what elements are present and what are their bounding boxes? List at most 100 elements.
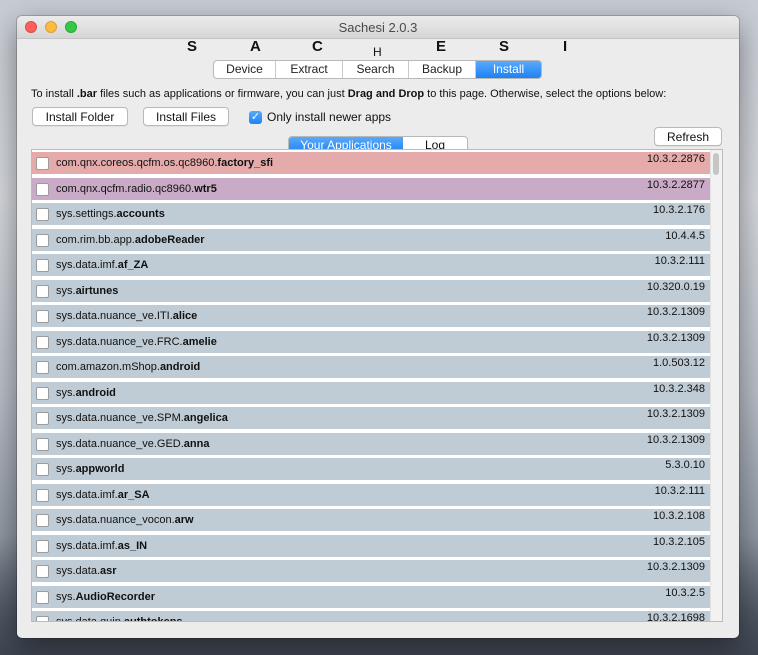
app-version: 10.3.2.1309 — [646, 332, 705, 344]
only-newer-label: Only install newer apps — [267, 110, 392, 124]
app-name-prefix: sys.data. — [56, 565, 101, 577]
tab-extract[interactable]: Extract — [276, 61, 343, 78]
app-name-prefix: sys.data.imf. — [56, 540, 118, 552]
app-checkbox[interactable] — [36, 258, 49, 272]
logo-letter: S — [499, 38, 510, 55]
app-row[interactable]: sys.data.nuance_ve.SPM.angelica 10.3.2.13… — [32, 407, 711, 429]
app-name-suffix: alice — [172, 310, 198, 322]
app-row[interactable]: com.qnx.coreos.qcfm.os.qc8960.factory_sf… — [32, 152, 711, 174]
app-checkbox[interactable] — [36, 615, 49, 621]
tab-search[interactable]: Search — [343, 61, 409, 78]
only-newer-option[interactable]: ✓ Only install newer apps — [249, 110, 391, 124]
app-name: sys.appworld — [56, 463, 124, 475]
app-row[interactable]: sys.data.imf.ar_SA 10.3.2.111 — [32, 484, 711, 506]
app-checkbox[interactable] — [36, 207, 49, 221]
app-checkbox[interactable] — [36, 309, 49, 323]
instructions-bold: Drag and Drop — [347, 88, 425, 100]
app-name: sys.AudioRecorder — [56, 591, 155, 603]
app-row[interactable]: sys.data.nuance_vocon.arw 10.3.2.108 — [32, 509, 711, 531]
app-checkbox[interactable] — [36, 437, 49, 451]
app-checkbox[interactable] — [36, 488, 49, 502]
app-version: 10.3.2.1309 — [646, 408, 705, 420]
app-version: 10.3.2.1309 — [646, 306, 705, 318]
applications-list: com.qnx.coreos.qcfm.os.qc8960.factory_sf… — [31, 149, 723, 622]
app-name-prefix: sys. — [56, 387, 76, 399]
app-version: 10.3.2.176 — [653, 204, 705, 216]
app-name-suffix: asr — [100, 565, 117, 577]
app-row[interactable]: sys.data.nuance_ve.ITI.alice 10.3.2.1309 — [32, 305, 711, 327]
vertical-scrollbar[interactable] — [710, 150, 722, 621]
app-name-prefix: sys. — [56, 463, 76, 475]
app-version: 10.3.2.1309 — [646, 434, 705, 446]
app-checkbox[interactable] — [36, 386, 49, 400]
app-row[interactable]: sys.data.imf.af_ZA 10.3.2.111 — [32, 254, 711, 276]
app-name: com.rim.bb.app.adobeReader — [56, 234, 205, 246]
tab-backup[interactable]: Backup — [409, 61, 476, 78]
app-row[interactable]: sys.data.asr 10.3.2.1309 — [32, 560, 711, 582]
app-name-prefix: sys.data.nuance_ve.GED. — [56, 438, 184, 450]
checkmark-icon[interactable]: ✓ — [249, 110, 262, 124]
instructions-text: to this page. Otherwise, select the opti… — [424, 88, 667, 100]
app-row[interactable]: com.qnx.qcfm.radio.qc8960.wtr5 10.3.2.287… — [32, 178, 711, 200]
app-name-prefix: sys.data.imf. — [56, 259, 118, 271]
app-row[interactable]: sys.AudioRecorder 10.3.2.5 — [32, 586, 711, 608]
tab-device[interactable]: Device — [214, 61, 276, 78]
app-name-suffix: accounts — [116, 208, 165, 220]
instructions-bold: .bar — [76, 88, 98, 100]
app-checkbox[interactable] — [36, 182, 49, 196]
app-version: 10.320.0.19 — [646, 281, 705, 293]
app-version: 10.4.4.5 — [665, 230, 705, 242]
app-name-suffix: appworld — [75, 463, 125, 475]
app-name-prefix: sys.data.nuance_ve.FRC. — [56, 336, 183, 348]
app-name-suffix: android — [159, 361, 201, 373]
scroll-thumb[interactable] — [713, 153, 719, 175]
app-name-prefix: com.qnx.coreos.qcfm.os.qc8960. — [56, 157, 218, 169]
app-name: sys.data.asr — [56, 565, 117, 577]
app-name-prefix: sys.settings. — [56, 208, 117, 220]
app-row[interactable]: sys.data.nuance_ve.FRC.amelie 10.3.2.1309 — [32, 331, 711, 353]
app-row[interactable]: sys.data.nuance_ve.GED.anna 10.3.2.1309 — [32, 433, 711, 455]
instructions-text: To install — [31, 88, 77, 100]
app-row[interactable]: sys.android 10.3.2.348 — [32, 382, 711, 404]
logo-letter: I — [563, 38, 568, 55]
app-checkbox[interactable] — [36, 284, 49, 298]
app-checkbox[interactable] — [36, 233, 49, 247]
app-version: 10.3.2.108 — [653, 510, 705, 522]
app-name: com.amazon.mShop.android — [56, 361, 200, 373]
app-name-suffix: af_ZA — [117, 259, 149, 271]
app-checkbox[interactable] — [36, 156, 49, 170]
app-checkbox[interactable] — [36, 590, 49, 604]
main-tab-bar: Device Extract Search Backup Install — [213, 60, 542, 79]
app-version: 10.3.2.105 — [653, 536, 705, 548]
install-files-button[interactable]: Install Files — [143, 107, 229, 126]
app-row[interactable]: sys.settings.accounts 10.3.2.176 — [32, 203, 711, 225]
app-window: Sachesi 2.0.3 S A C H E S I Device Extra… — [17, 16, 739, 638]
app-name-suffix: AudioRecorder — [75, 591, 156, 603]
tab-install[interactable]: Install — [476, 61, 541, 78]
app-name-suffix: android — [75, 387, 116, 399]
app-row[interactable]: com.amazon.mShop.android 1.0.503.12 — [32, 356, 711, 378]
title-bar: Sachesi 2.0.3 — [17, 16, 739, 39]
app-checkbox[interactable] — [36, 360, 49, 374]
app-checkbox[interactable] — [36, 539, 49, 553]
app-version: 10.3.2.2877 — [646, 179, 705, 191]
logo-letter: E — [436, 38, 447, 55]
app-checkbox[interactable] — [36, 564, 49, 578]
app-version: 10.3.2.2876 — [646, 153, 705, 165]
refresh-button[interactable]: Refresh — [654, 127, 722, 146]
install-folder-button[interactable]: Install Folder — [32, 107, 128, 126]
app-row[interactable]: sys.appworld 5.3.0.10 — [32, 458, 711, 480]
app-checkbox[interactable] — [36, 335, 49, 349]
app-checkbox[interactable] — [36, 513, 49, 527]
app-version: 10.3.2.111 — [654, 255, 705, 267]
app-name: com.qnx.coreos.qcfm.os.qc8960.factory_sf… — [56, 157, 273, 169]
app-row[interactable]: sys.data.imf.as_IN 10.3.2.105 — [32, 535, 711, 557]
app-row[interactable]: sys.airtunes 10.320.0.19 — [32, 280, 711, 302]
app-row[interactable]: com.rim.bb.app.adobeReader 10.4.4.5 — [32, 229, 711, 251]
app-row[interactable]: sys.data.quip.authtokens 10.3.2.1698 — [32, 611, 711, 621]
window-title: Sachesi 2.0.3 — [338, 20, 418, 35]
app-name-prefix: com.rim.bb.app. — [56, 234, 135, 246]
app-checkbox[interactable] — [36, 462, 49, 476]
app-name-suffix: airtunes — [75, 285, 119, 297]
app-checkbox[interactable] — [36, 411, 49, 425]
